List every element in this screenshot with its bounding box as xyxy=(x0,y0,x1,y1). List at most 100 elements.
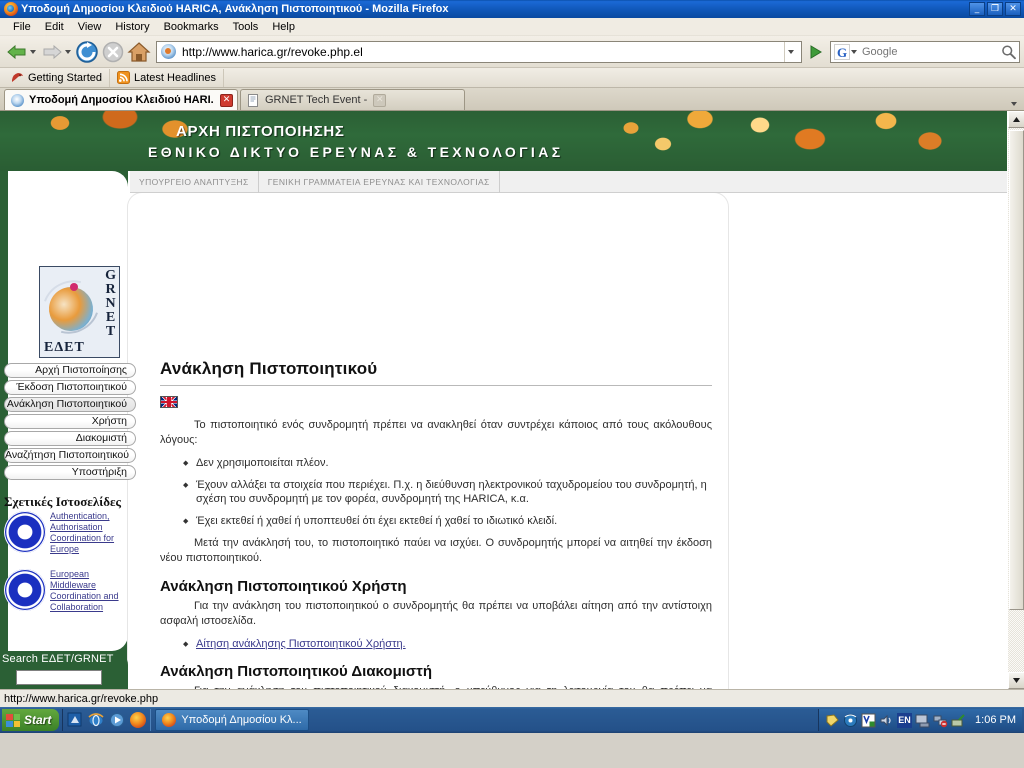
bookmark-getting-started[interactable]: Getting Started xyxy=(4,68,110,87)
start-button[interactable]: Start xyxy=(2,709,60,731)
language-en-icon[interactable]: EN xyxy=(897,712,913,728)
menu-item-tools[interactable]: Tools xyxy=(226,20,266,34)
volume-icon[interactable] xyxy=(879,713,894,728)
start-label: Start xyxy=(24,713,52,727)
sidebar-nav: Αρχή Πιστοποίησης Έκδοση Πιστοποιητικού … xyxy=(4,363,136,482)
menu-item-bookmarks[interactable]: Bookmarks xyxy=(157,20,226,34)
go-button[interactable] xyxy=(804,40,828,64)
related-link-item[interactable]: Authentication, Authorisation Coordinati… xyxy=(4,511,124,555)
back-button[interactable] xyxy=(4,39,30,65)
list-item: Έχει εκτεθεί ή χαθεί ή υποπτευθεί ότι έχ… xyxy=(183,514,712,528)
bookmark-latest-headlines[interactable]: Latest Headlines xyxy=(110,68,224,87)
sidebar-item-issue-cert[interactable]: Έκδοση Πιστοποιητικού xyxy=(4,380,136,395)
taskbar-clock[interactable]: 1:06 PM xyxy=(975,714,1016,726)
site-search-label: Search ΕΔΕΤ/GRNET xyxy=(2,653,114,665)
magnifier-icon[interactable] xyxy=(1001,44,1016,60)
menu-item-edit[interactable]: Edit xyxy=(38,20,71,34)
title-divider xyxy=(160,385,712,386)
sidebar-item-server[interactable]: Διακομιστή xyxy=(4,431,136,446)
tab-list-chevron-icon[interactable] xyxy=(1011,102,1017,106)
search-engine-chevron-icon[interactable] xyxy=(851,49,857,54)
internet-explorer-icon[interactable] xyxy=(88,712,104,728)
firefox-launch-icon[interactable] xyxy=(130,712,147,728)
home-icon[interactable] xyxy=(127,40,151,64)
tab-grnet-tech-event[interactable]: GRNET Tech Event - ✕ xyxy=(240,89,465,110)
network-disconnected-icon[interactable] xyxy=(933,713,948,728)
stop-icon xyxy=(102,41,124,62)
scrollbar-thumb[interactable] xyxy=(1009,130,1024,610)
tab-close-icon[interactable]: ✕ xyxy=(220,93,233,107)
subnav-item-secretariat[interactable]: ΓΕΝΙΚΗ ΓΡΑΜΜΑΤΕΙΑ ΕΡΕΥΝΑΣ ΚΑΙ ΤΕΧΝΟΛΟΓΙΑ… xyxy=(259,170,500,193)
google-logo-icon[interactable]: G xyxy=(834,43,850,60)
tab-close-icon[interactable]: ✕ xyxy=(373,93,387,107)
shield-icon[interactable] xyxy=(825,713,840,728)
site-search-input[interactable] xyxy=(16,670,102,685)
menu-item-file[interactable]: File xyxy=(6,20,38,34)
tab-favicon-icon xyxy=(11,93,24,107)
status-text: http://www.harica.gr/revoke.php xyxy=(4,692,159,705)
bookmark-label: Latest Headlines xyxy=(134,71,216,84)
sidebar-item-search-cert[interactable]: Αναζήτηση Πιστοποιητικού xyxy=(4,448,136,463)
show-desktop-icon[interactable] xyxy=(67,712,83,728)
logo-grnet-text: GRNET xyxy=(105,268,116,339)
status-bar: http://www.harica.gr/revoke.php xyxy=(0,689,1024,707)
taskbar: Start Υποδομή Δημοσίου Κλ... EN 1:06 PM xyxy=(0,707,1024,733)
media-player-icon[interactable] xyxy=(109,712,125,728)
menu-item-view[interactable]: View xyxy=(71,20,109,34)
tab-strip: Υποδομή Δημοσίου Κλειδιού HARI... ✕ GRNE… xyxy=(0,88,1024,111)
scroll-up-button[interactable] xyxy=(1008,111,1024,128)
quick-launch-bar xyxy=(62,709,152,731)
network-radio-icon[interactable] xyxy=(843,713,858,728)
menu-bar: File Edit View History Bookmarks Tools H… xyxy=(0,18,1024,36)
tab-harica[interactable]: Υποδομή Δημοσίου Κλειδιού HARI... ✕ xyxy=(4,89,238,110)
logo-dot-icon xyxy=(70,283,78,291)
bookmarks-toolbar: Getting Started Latest Headlines xyxy=(0,68,1024,88)
back-dropdown-caret-icon[interactable] xyxy=(30,49,36,54)
antivirus-icon[interactable] xyxy=(861,713,876,728)
window-title: Υποδομή Δημοσίου Κλειδιού HARICA, Ανάκλη… xyxy=(21,3,449,15)
menu-item-help[interactable]: Help xyxy=(265,20,302,34)
subnav-item-ministry[interactable]: ΥΠΟΥΡΓΕΙΟ ΑΝΑΠΤΥΞΗΣ xyxy=(130,170,259,193)
rss-feed-icon xyxy=(117,71,130,84)
chevron-down-icon xyxy=(787,49,794,54)
related-link-label[interactable]: European Middleware Coordination and Col… xyxy=(50,569,124,613)
related-link-item[interactable]: European Middleware Coordination and Col… xyxy=(4,569,124,613)
maximize-button[interactable]: ❐ xyxy=(987,2,1003,16)
user-request-list: Αίτηση ανάκλησης Πιστοποιητικού Χρήστη. xyxy=(160,637,712,651)
forward-arrow-icon xyxy=(43,44,62,59)
search-bar[interactable]: G xyxy=(830,40,1020,63)
sidebar-item-ca-home[interactable]: Αρχή Πιστοποίησης xyxy=(4,363,136,378)
url-input[interactable] xyxy=(180,43,784,60)
url-history-dropdown[interactable] xyxy=(784,41,799,62)
close-button[interactable]: ✕ xyxy=(1005,2,1021,16)
taskbar-item-firefox[interactable]: Υποδομή Δημοσίου Κλ... xyxy=(155,709,309,731)
display-icon[interactable] xyxy=(915,713,930,728)
sidebar-item-support[interactable]: Υποστήριξη xyxy=(4,465,136,480)
banner-title-line2: ΕΘΝΙΚΟ ΔΙΚΤΥΟ ΕΡΕΥΝΑΣ & ΤΕΧΝΟΛΟΓΙΑΣ xyxy=(148,144,564,160)
safely-remove-icon[interactable] xyxy=(951,713,966,728)
scroll-down-button[interactable] xyxy=(1008,672,1024,689)
search-input[interactable] xyxy=(860,44,1001,59)
user-revocation-request-link[interactable]: Αίτηση ανάκλησης Πιστοποιητικού Χρήστη. xyxy=(196,638,406,650)
sidebar-item-revoke-cert[interactable]: Ανάκληση Πιστοποιητικού xyxy=(4,397,136,412)
sidebar-item-user[interactable]: Χρήστη xyxy=(4,414,136,429)
section-paragraph-server: Για την ανάκληση του πιστοποιητικού διακ… xyxy=(160,684,712,689)
site-banner: ΑΡΧΗ ΠΙΣΤΟΠΟΙΗΣΗΣ ΕΘΝΙΚΟ ΔΙΚΤΥΟ ΕΡΕΥΝΑΣ … xyxy=(0,111,1007,171)
related-link-label[interactable]: Authentication, Authorisation Coordinati… xyxy=(50,511,124,555)
system-tray: EN 1:06 PM xyxy=(818,709,1022,731)
chevron-up-icon xyxy=(1013,117,1020,122)
blue-globe-icon xyxy=(4,569,46,611)
menu-item-history[interactable]: History xyxy=(108,20,156,34)
intro-paragraph: Το πιστοποιητικό ενός συνδρομητή πρέπει … xyxy=(160,419,712,446)
firefox-bookmark-icon xyxy=(12,73,23,82)
site-search-panel: Search ΕΔΕΤ/GRNET xyxy=(0,651,128,689)
address-bar[interactable] xyxy=(156,40,802,63)
related-sites-title: Σχετικές Ιστοσελίδες xyxy=(4,494,122,509)
reload-icon[interactable] xyxy=(75,40,99,64)
page-favicon-icon xyxy=(248,93,258,107)
minimize-button[interactable]: _ xyxy=(969,2,985,16)
page-scrollbar[interactable] xyxy=(1007,111,1024,689)
list-item: Αίτηση ανάκλησης Πιστοποιητικού Χρήστη. xyxy=(183,637,712,651)
uk-flag-icon[interactable] xyxy=(160,396,178,408)
logo-edet-text: ΕΔΕΤ xyxy=(44,340,85,355)
